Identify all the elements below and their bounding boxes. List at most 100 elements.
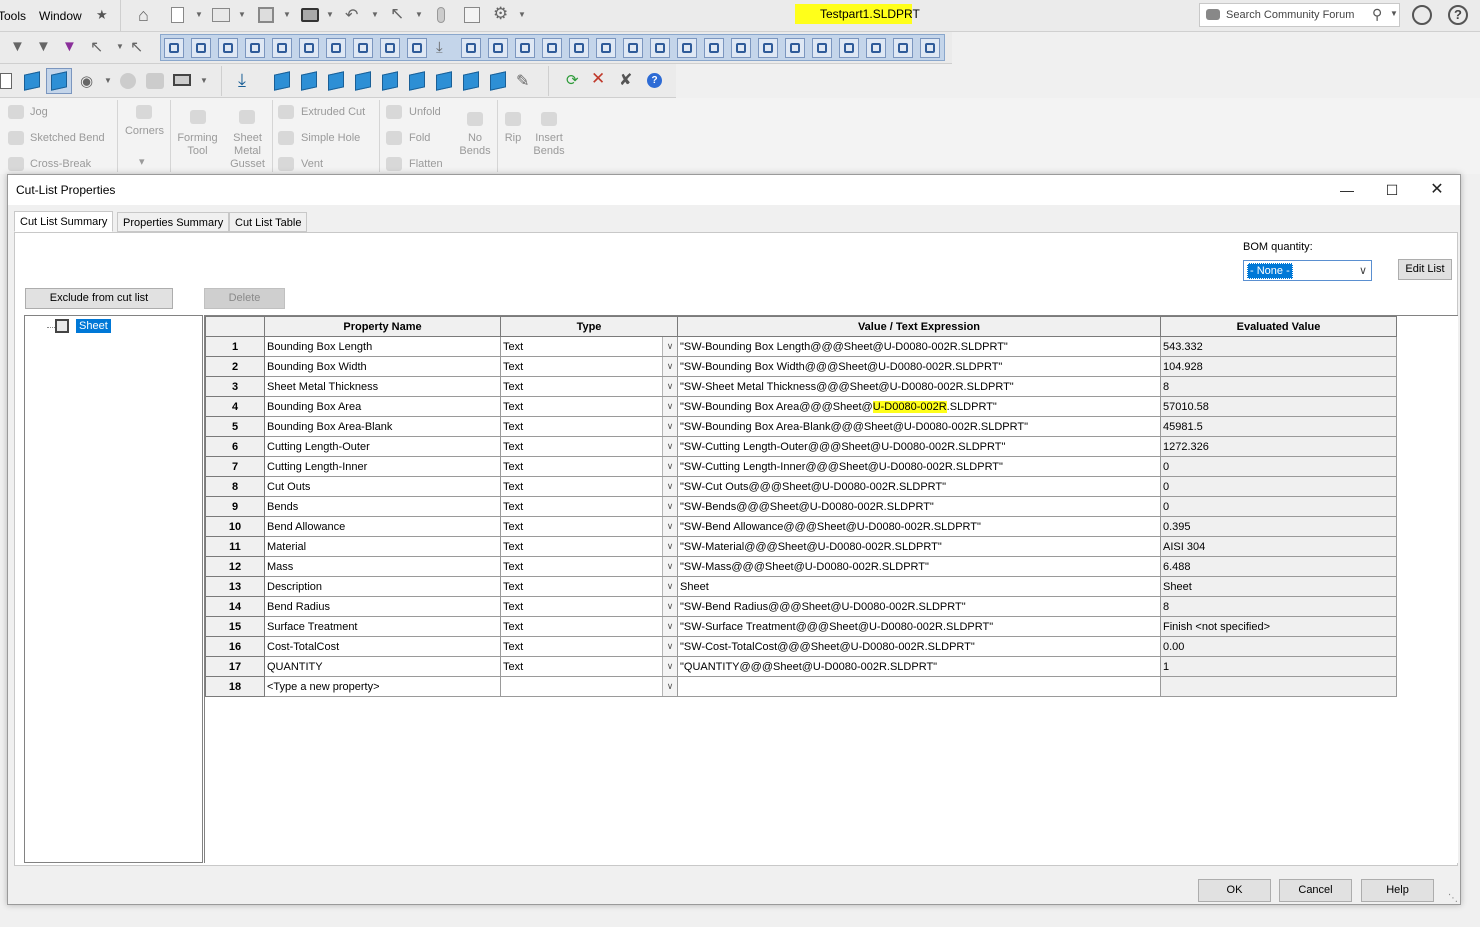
table-row[interactable]: 9 Bends Text ∨ "SW-Bends@@@Sheet@U-D0080-002… (205, 496, 1397, 517)
maximize-icon[interactable]: ☐ (1369, 179, 1415, 203)
chevron-down-icon[interactable]: ∨ (662, 677, 677, 696)
row-number-cell[interactable]: 5 (205, 416, 265, 437)
property-name-cell[interactable]: Sheet Metal Thickness (264, 376, 501, 397)
exclude-from-cut-list-button[interactable]: Exclude from cut list (25, 288, 173, 309)
property-name-cell[interactable]: Material (264, 536, 501, 557)
value-expression-cell[interactable]: "SW-Cutting Length-Inner@@@Sheet@U-D0080… (677, 456, 1161, 477)
chevron-down-icon[interactable]: ∨ (662, 437, 677, 456)
ribbon-fold[interactable]: Fold (409, 132, 430, 145)
select-all-filter-icon[interactable]: ↖ (90, 37, 103, 57)
value-expression-cell[interactable]: "SW-Bend Allowance@@@Sheet@U-D0080-002R.… (677, 516, 1161, 537)
undo-icon[interactable]: ↶ (345, 5, 358, 25)
rebuild-icon[interactable]: ⟳ (566, 71, 579, 89)
print-icon[interactable] (301, 8, 319, 22)
filter-midpoints-button[interactable] (407, 38, 427, 58)
close-x-icon[interactable]: ✕ (591, 69, 605, 89)
back-view-icon[interactable] (301, 71, 317, 91)
tools-icon[interactable]: ✘ (619, 70, 632, 90)
corners-dropdown-icon[interactable]: ▾ (139, 156, 145, 169)
select-dropdown-icon[interactable]: ▼ (415, 10, 423, 19)
ribbon-insert-bends[interactable]: Insert Bends (530, 132, 568, 158)
type-cell[interactable]: Text ∨ (500, 436, 678, 457)
top-view-icon[interactable] (382, 71, 398, 91)
table-row[interactable]: 10 Bend Allowance Text ∨ "SW-Bend Allowance@… (205, 516, 1397, 537)
row-number-cell[interactable]: 7 (205, 456, 265, 477)
property-name-cell[interactable]: Bends (264, 496, 501, 517)
type-cell[interactable]: ∨ (500, 676, 678, 697)
close-icon[interactable]: ✕ (1414, 179, 1460, 203)
invert-filter-icon[interactable]: ↖ (130, 37, 143, 57)
row-number-cell[interactable]: 2 (205, 356, 265, 377)
filter-connection-points-button[interactable] (758, 38, 778, 58)
type-cell[interactable]: Text ∨ (500, 536, 678, 557)
table-row[interactable]: 17 QUANTITY Text ∨ "QUANTITY@@@Sheet@U-D0080… (205, 656, 1397, 677)
column-header-type[interactable]: Type (500, 316, 678, 337)
left-view-icon[interactable] (328, 71, 344, 91)
tab-cut-list-table[interactable]: Cut List Table (229, 212, 308, 232)
filter-dropdown-icon[interactable]: ▼ (116, 42, 124, 51)
filter-sketch-segments-button[interactable] (380, 38, 400, 58)
ribbon-sheet-metal-gusset[interactable]: Sheet Metal Gusset (225, 132, 270, 171)
type-cell[interactable]: Text ∨ (500, 616, 678, 637)
value-expression-cell[interactable]: "SW-Sheet Metal Thickness@@@Sheet@U-D008… (677, 376, 1161, 397)
value-expression-cell[interactable]: Sheet (677, 576, 1161, 597)
filter-mesh-facet-edges-button[interactable] (920, 38, 940, 58)
value-expression-cell[interactable]: "SW-Surface Treatment@@@Sheet@U-D0080-00… (677, 616, 1161, 637)
corner-header-cell[interactable] (205, 316, 265, 337)
open-folder-icon[interactable] (212, 8, 230, 22)
filter-weld-symbols-button[interactable] (623, 38, 643, 58)
chevron-down-icon[interactable]: ∨ (662, 517, 677, 536)
display-style-icon[interactable] (0, 73, 12, 89)
ribbon-extruded-cut[interactable]: Extruded Cut (301, 106, 365, 119)
row-number-cell[interactable]: 17 (205, 656, 265, 677)
select-arrow-icon[interactable]: ↖ (390, 4, 404, 24)
property-name-cell[interactable]: QUANTITY (264, 656, 501, 677)
options-gear-icon[interactable]: ⚙ (493, 4, 508, 24)
view-settings-dropdown-icon[interactable]: ▼ (200, 76, 208, 85)
filter-blocks-button[interactable] (704, 38, 724, 58)
type-cell[interactable]: Text ∨ (500, 576, 678, 597)
table-row[interactable]: 6 Cutting Length-Outer Text ∨ "SW-Cutting Le… (205, 436, 1397, 457)
value-expression-cell[interactable]: "SW-Bounding Box Length@@@Sheet@U-D0080-… (677, 336, 1161, 357)
filter-icon[interactable]: ▼ (10, 38, 25, 55)
value-expression-cell[interactable]: "SW-Bounding Box Width@@@Sheet@U-D0080-0… (677, 356, 1161, 377)
trimetric-view-icon[interactable] (463, 71, 479, 91)
ribbon-vent[interactable]: Vent (301, 158, 323, 171)
home-icon[interactable]: ⌂ (138, 5, 149, 26)
row-number-cell[interactable]: 11 (205, 536, 265, 557)
edit-appearance-icon[interactable]: ✎ (516, 71, 529, 91)
chevron-down-icon[interactable]: ∨ (662, 357, 677, 376)
search-community-forum[interactable]: Search Community Forum ⚲ ▼ (1199, 3, 1400, 27)
filter-datum-features-button[interactable] (569, 38, 589, 58)
ribbon-cross-break[interactable]: Cross-Break (30, 158, 91, 171)
minimize-icon[interactable]: — (1324, 179, 1370, 203)
filter-sketch-regions-button[interactable] (866, 38, 886, 58)
property-name-cell[interactable]: Bend Radius (264, 596, 501, 617)
menu-window[interactable]: Window (39, 9, 82, 23)
dialog-title-bar[interactable]: Cut-List Properties — ☐ ✕ (8, 175, 1460, 205)
ribbon-simple-hole[interactable]: Simple Hole (301, 132, 360, 145)
row-number-cell[interactable]: 6 (205, 436, 265, 457)
property-name-cell[interactable]: Bounding Box Area (264, 396, 501, 417)
property-name-cell[interactable]: Cutting Length-Inner (264, 456, 501, 477)
property-name-cell[interactable]: Description (264, 576, 501, 597)
right-view-icon[interactable] (355, 71, 371, 91)
chevron-down-icon[interactable]: ∨ (662, 397, 677, 416)
menu-tools[interactable]: Tools (0, 9, 26, 23)
undo-dropdown-icon[interactable]: ▼ (371, 10, 379, 19)
value-expression-cell[interactable]: "QUANTITY@@@Sheet@U-D0080-002R.SLDPRT" (677, 656, 1161, 677)
resize-grip-icon[interactable]: ⋱ (1448, 893, 1458, 904)
isometric-view-icon[interactable] (436, 71, 452, 91)
hide-show-dropdown-icon[interactable]: ▼ (104, 76, 112, 85)
property-name-cell[interactable]: <Type a new property> (264, 676, 501, 697)
bom-quantity-select[interactable]: - None - ∨ (1243, 260, 1372, 281)
row-number-cell[interactable]: 3 (205, 376, 265, 397)
type-cell[interactable]: Text ∨ (500, 596, 678, 617)
open-dropdown-icon[interactable]: ▼ (238, 10, 246, 19)
shaded-view-icon[interactable] (24, 71, 40, 91)
filter-geometric-tolerance-button[interactable] (542, 38, 562, 58)
type-cell[interactable]: Text ∨ (500, 516, 678, 537)
chevron-down-icon[interactable]: ∨ (662, 617, 677, 636)
table-row[interactable]: 4 Bounding Box Area Text ∨ "SW-Bounding Box … (205, 396, 1397, 417)
filter-surface-finish-button[interactable] (515, 38, 535, 58)
